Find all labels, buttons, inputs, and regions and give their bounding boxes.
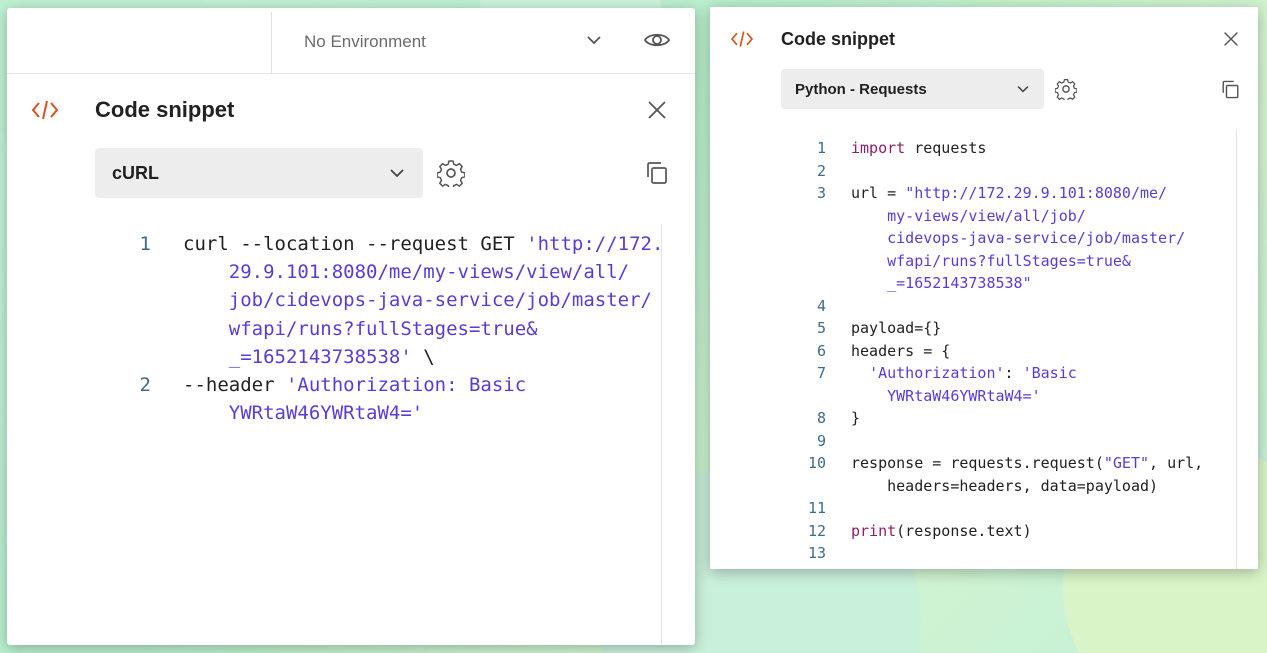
- code-token: payload={}: [851, 319, 942, 337]
- code-token: requests: [905, 139, 987, 157]
- copy-icon[interactable]: [1220, 79, 1241, 100]
- left-code-snippet-panel: No Environment Code snippet cURL 1 curl -…: [7, 8, 695, 645]
- line-number: 4: [816, 296, 826, 315]
- code-line: }: [851, 409, 860, 427]
- string-token: 'http://172.: [526, 233, 664, 255]
- code-line: url = "http://172.29.9.101:8080/me/: [851, 184, 1167, 202]
- string-token: wfapi/runs?fullStages=true&: [851, 251, 1131, 270]
- string-token: 29.9.101:8080/me/my-views/view/all/: [183, 261, 630, 284]
- code-token: headers = {: [851, 341, 951, 360]
- code-token: }: [851, 409, 861, 427]
- language-select-label: cURL: [112, 163, 160, 183]
- code-line: import requests: [851, 139, 986, 157]
- line-number: 11: [807, 499, 826, 517]
- gear-icon[interactable]: [1055, 78, 1077, 100]
- keyword-token: print: [851, 521, 897, 540]
- chevron-down-icon: [390, 169, 404, 178]
- string-token: cidevops-java-service/job/master/: [851, 229, 1186, 247]
- code-token: headers=headers, data=payload): [851, 476, 1159, 495]
- code-line: wfapi/runs?fullStages=true&: [183, 318, 538, 340]
- line-number: 12: [807, 521, 826, 540]
- string-token: "GET": [1103, 454, 1150, 472]
- string-token: 'Authorization: Basic: [285, 374, 527, 396]
- code-line: print(response.text): [851, 522, 1032, 540]
- code-editor[interactable]: 1 import requests 2 3 url = "http://172.29.9…: [710, 129, 1258, 565]
- code-icon: [730, 31, 754, 47]
- line-number: 1: [139, 233, 151, 255]
- string-token: YWRtaW46YWRtaW4=': [183, 402, 424, 425]
- code-line: 'Authorization': 'Basic: [851, 364, 1077, 382]
- eye-icon[interactable]: [643, 26, 671, 54]
- code-line: cidevops-java-service/job/master/: [851, 229, 1185, 247]
- code-line: YWRtaW46YWRtaW4=': [851, 387, 1041, 405]
- code-token: response = requests.request(: [851, 454, 1104, 472]
- line-number: 7: [816, 364, 826, 382]
- code-line: 29.9.101:8080/me/my-views/view/all/: [183, 261, 629, 283]
- code-line: payload={}: [851, 319, 941, 337]
- code-line: response = requests.request("GET", url,: [851, 454, 1203, 472]
- code-line: --header 'Authorization: Basic: [183, 374, 526, 396]
- code-token: :: [1004, 364, 1023, 382]
- line-number: 6: [816, 341, 826, 360]
- environment-select-label[interactable]: No Environment: [304, 32, 426, 52]
- line-number: 10: [807, 454, 826, 472]
- line-number: 9: [816, 431, 826, 450]
- string-token: my-views/view/all/job/: [851, 206, 1086, 225]
- code-line: curl --location --request GET 'http://17…: [183, 233, 663, 255]
- editor-scrollbar-track: [661, 224, 662, 645]
- gear-icon[interactable]: [437, 159, 465, 187]
- copy-icon[interactable]: [644, 160, 670, 186]
- string-token: YWRtaW46YWRtaW4=': [851, 386, 1041, 405]
- string-token: _=1652143738538": [851, 274, 1032, 292]
- string-token: 'Authorization': [869, 364, 1005, 382]
- string-token: _=1652143738538': [183, 345, 412, 368]
- code-token: --header: [183, 374, 286, 396]
- language-select[interactable]: Python - Requests: [781, 69, 1044, 109]
- code-icon: [31, 100, 59, 120]
- code-line: _=1652143738538' \: [183, 346, 435, 368]
- code-line: my-views/view/all/job/: [851, 207, 1086, 225]
- string-token: "http://172.29.9.101:8080/me/: [905, 184, 1168, 202]
- panel-title: Code snippet: [95, 97, 235, 122]
- editor-scrollbar-track: [1236, 129, 1237, 569]
- line-number: 13: [807, 544, 826, 562]
- language-select[interactable]: cURL: [95, 148, 423, 198]
- code-editor[interactable]: 1 curl --location --request GET 'http://1…: [7, 223, 695, 643]
- chevron-down-icon[interactable]: [583, 29, 605, 51]
- code-token: curl --location --request GET: [183, 233, 527, 255]
- code-line: headers = {: [851, 342, 950, 360]
- line-number: 5: [816, 319, 826, 337]
- string-token: wfapi/runs?fullStages=true&: [183, 317, 538, 340]
- environment-bar: No Environment: [7, 8, 695, 74]
- line-number: 2: [139, 374, 151, 396]
- close-icon[interactable]: [1223, 31, 1239, 47]
- code-line: _=1652143738538": [851, 274, 1032, 292]
- code-line: YWRtaW46YWRtaW4=': [183, 402, 423, 424]
- right-code-snippet-panel: Code snippet Python - Requests 1 import r…: [710, 7, 1258, 569]
- panel-title: Code snippet: [781, 29, 896, 49]
- line-number: 1: [816, 139, 826, 157]
- code-token: url =: [851, 184, 906, 202]
- language-select-label: Python - Requests: [795, 81, 927, 98]
- keyword-token: import: [851, 139, 906, 157]
- chevron-down-icon: [1017, 86, 1029, 93]
- code-token: , url,: [1149, 454, 1204, 472]
- code-line: job/cidevops-java-service/job/master/: [183, 289, 652, 311]
- code-line: headers=headers, data=payload): [851, 477, 1158, 495]
- code-token: \: [411, 345, 435, 368]
- line-number: 8: [816, 409, 826, 427]
- line-number: 2: [816, 161, 826, 180]
- string-token: job/cidevops-java-service/job/master/: [183, 289, 652, 312]
- code-line: wfapi/runs?fullStages=true&: [851, 252, 1131, 270]
- env-divider: [271, 12, 272, 73]
- code-token: (response.text): [896, 521, 1032, 540]
- string-token: 'Basic: [1022, 364, 1077, 382]
- close-icon[interactable]: [647, 100, 667, 120]
- line-number: 3: [816, 184, 826, 202]
